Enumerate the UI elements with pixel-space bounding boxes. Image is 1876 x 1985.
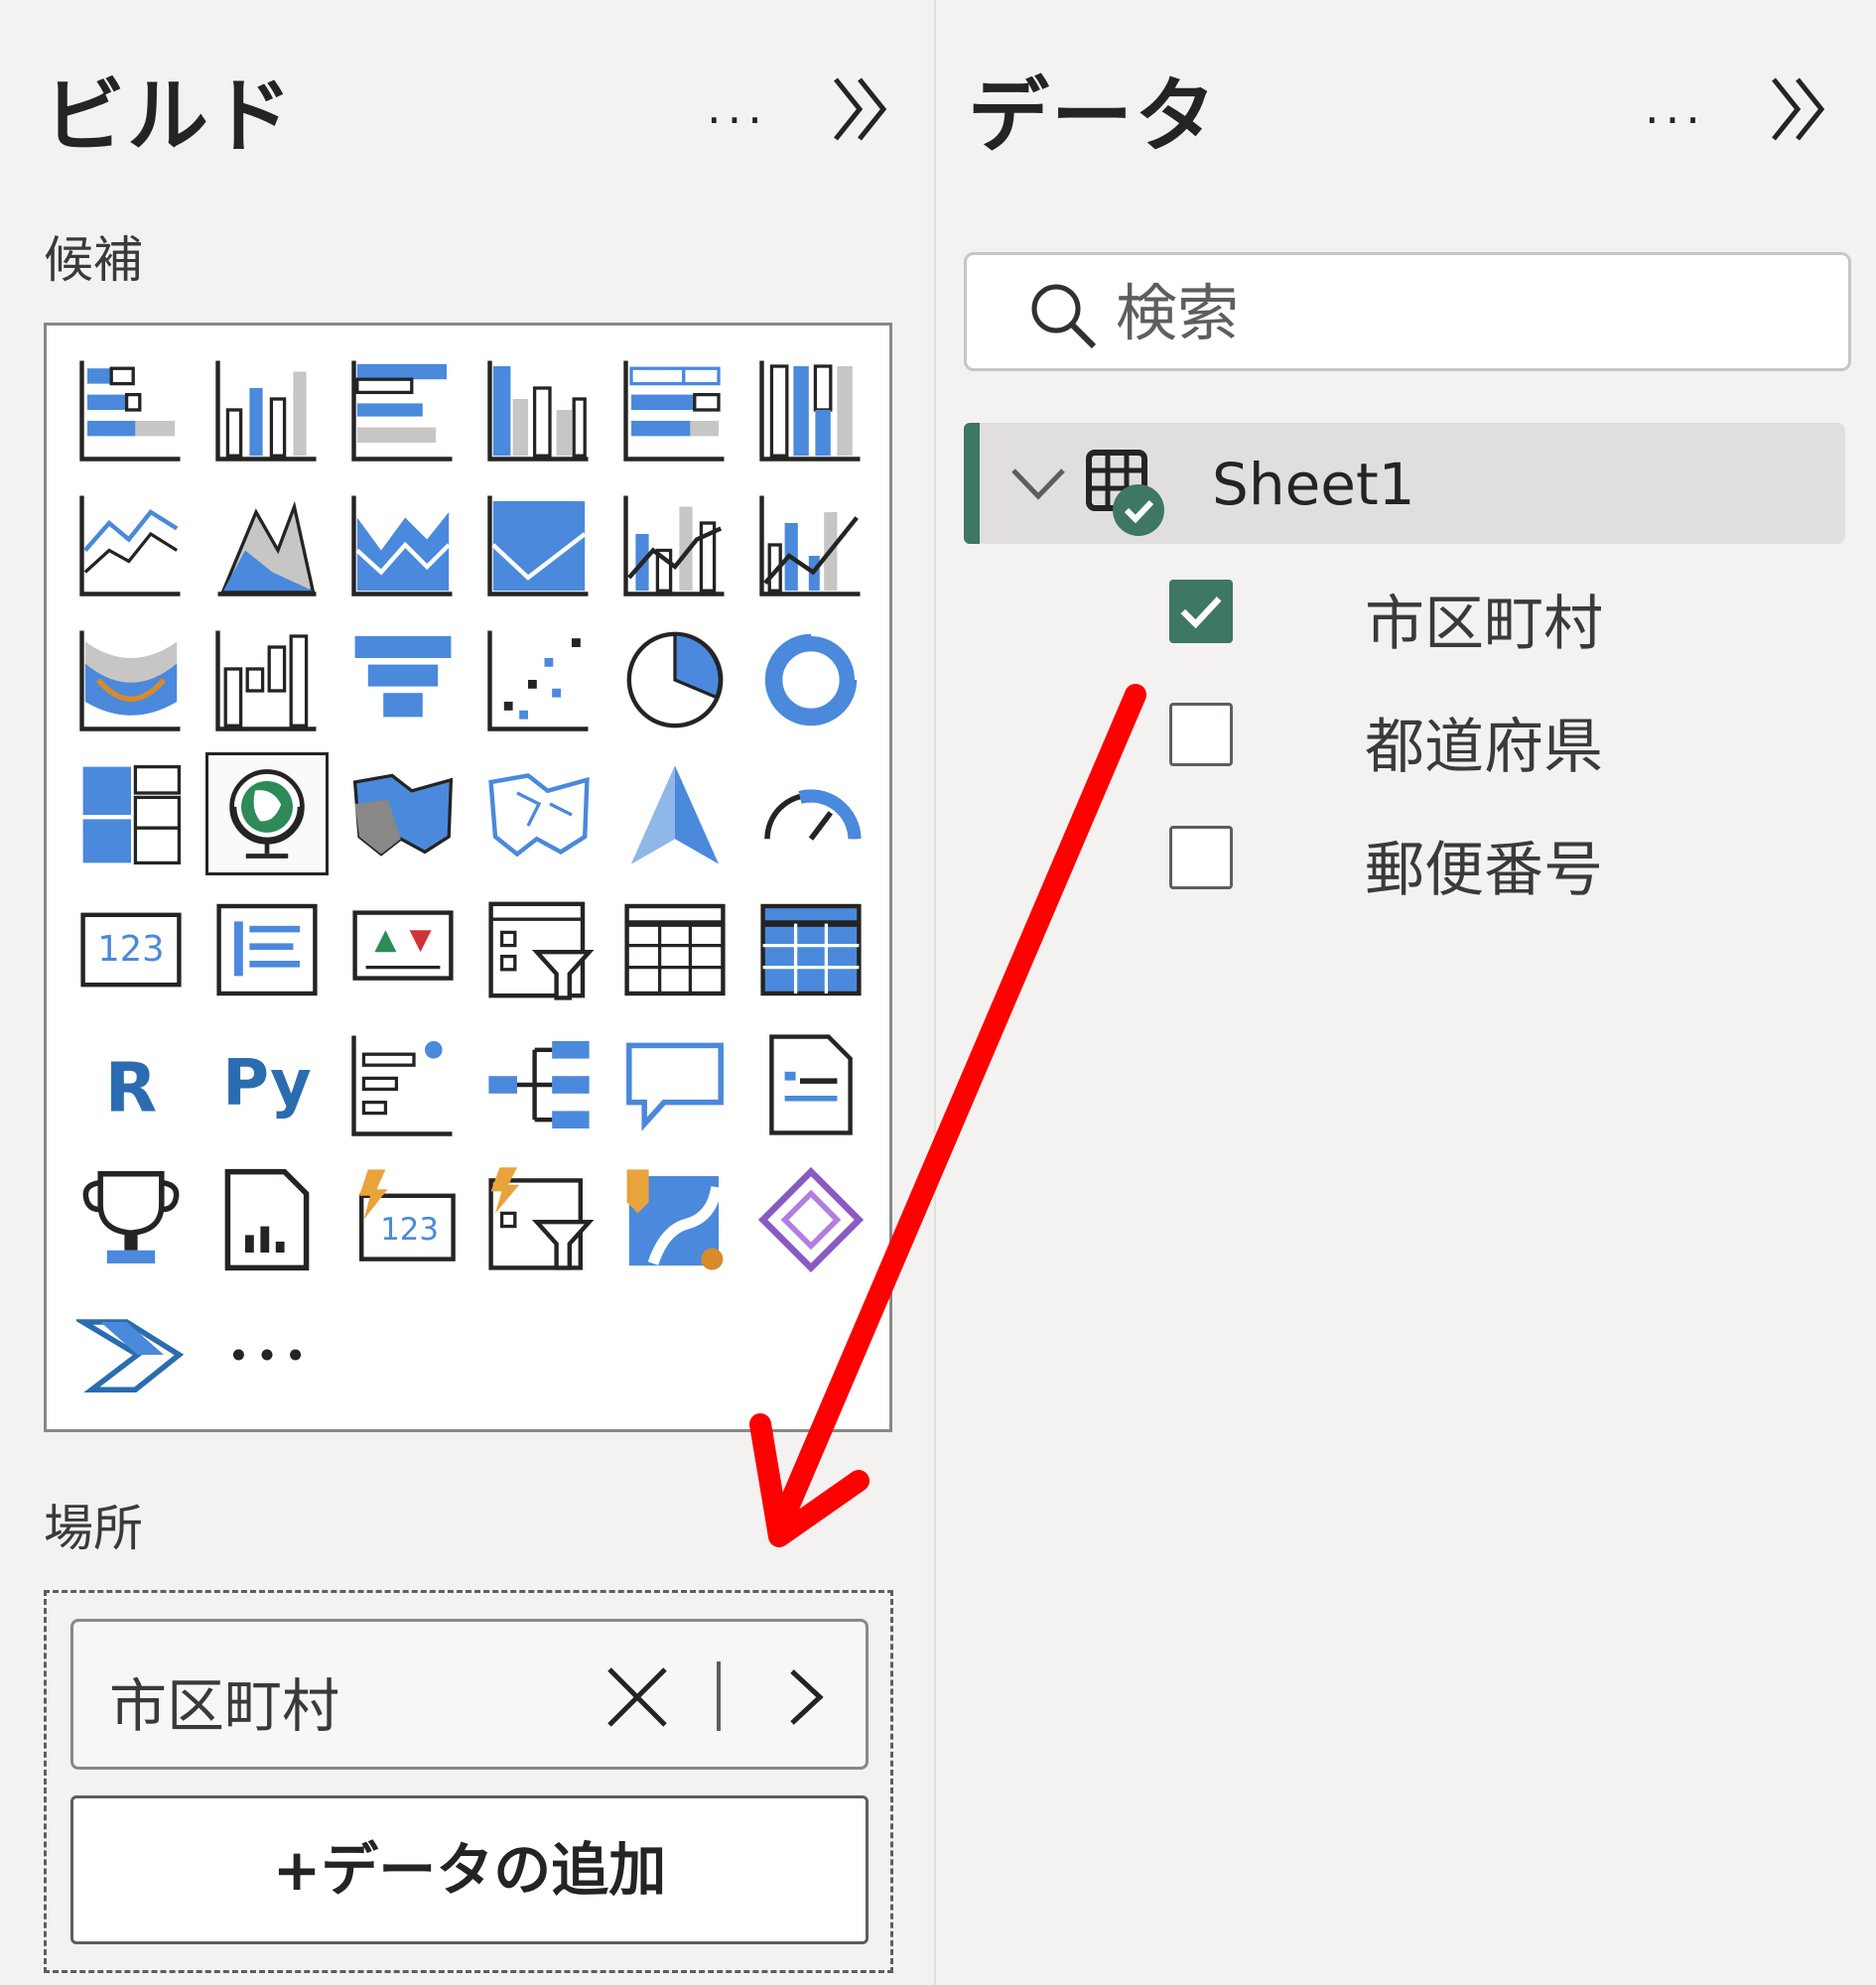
remove-field-icon[interactable] [600, 1659, 675, 1735]
svg-text:R: R [105, 1049, 158, 1127]
search-icon [1024, 277, 1100, 352]
area-chart-icon[interactable] [212, 490, 322, 599]
pie-chart-icon[interactable] [620, 625, 730, 734]
build-more-options-icon[interactable]: ··· [707, 97, 768, 143]
selected-accent-bar [964, 423, 980, 544]
data-more-options-icon[interactable]: ··· [1645, 97, 1706, 143]
power-automate-icon[interactable] [72, 1300, 186, 1409]
location-field-label: 市区町村 [109, 1672, 340, 1740]
qa-icon[interactable] [620, 1030, 730, 1139]
table-icon[interactable] [620, 895, 730, 1004]
donut-chart-icon[interactable] [756, 625, 866, 734]
stacked-bar-chart-icon[interactable] [76, 355, 186, 464]
power-apps-icon[interactable] [756, 1165, 866, 1274]
build-pane: ビルド ··· 候補 123 R Py 123 場所 市区町村 +データの追加 [0, 0, 936, 1985]
field-label: 市区町村 [1365, 590, 1603, 659]
field-checkbox-checked[interactable] [1169, 580, 1233, 643]
visualization-gallery: 123 R Py 123 [44, 323, 892, 1432]
card-icon[interactable]: 123 [76, 895, 186, 1004]
line-and-clustered-column-chart-icon[interactable] [756, 490, 866, 599]
waterfall-chart-icon[interactable] [212, 625, 322, 734]
shape-map-icon[interactable] [484, 760, 594, 869]
map-globe-icon[interactable] [205, 752, 329, 875]
paginated-report-icon[interactable] [212, 1165, 322, 1274]
new-card-icon[interactable]: 123 [348, 1165, 458, 1274]
data-pane-header: データ ··· [968, 40, 1836, 164]
slicer-icon[interactable] [484, 895, 595, 1004]
stacked-column-chart-icon[interactable] [212, 355, 322, 464]
line-and-stacked-column-chart-icon[interactable] [620, 490, 730, 599]
data-pane-title: データ [968, 69, 1219, 164]
line-chart-icon[interactable] [76, 490, 186, 599]
decomposition-tree-icon[interactable] [484, 1030, 594, 1139]
ribbon-chart-icon[interactable] [76, 625, 186, 734]
clustered-bar-chart-icon[interactable] [348, 355, 458, 464]
data-search-box[interactable] [964, 252, 1851, 371]
table-icon [1083, 447, 1182, 546]
pill-divider [717, 1661, 721, 1731]
build-pane-title: ビルド [44, 69, 295, 164]
search-input[interactable] [1116, 271, 1810, 354]
build-pane-header: ビルド ··· [44, 40, 897, 164]
location-section-label: 場所 [44, 1500, 143, 1557]
r-script-visual-icon[interactable]: R [76, 1030, 186, 1139]
arcgis-map-icon[interactable] [620, 1165, 730, 1274]
more-visuals-icon[interactable] [212, 1300, 322, 1409]
100-stacked-bar-chart-icon[interactable] [620, 355, 730, 464]
field-checkbox[interactable] [1169, 703, 1233, 766]
data-pane: データ ··· Sheet1 市区町村 都道府県 郵便番号 [938, 0, 1876, 1985]
treemap-icon[interactable] [76, 760, 186, 869]
gauge-icon[interactable] [756, 760, 866, 869]
new-slicer-icon[interactable] [484, 1165, 595, 1274]
field-item[interactable]: 都道府県 [938, 673, 1876, 792]
expand-field-icon[interactable] [768, 1659, 844, 1735]
stacked-area-chart-icon[interactable] [348, 490, 458, 599]
svg-text:Py: Py [222, 1047, 312, 1121]
field-checkbox[interactable] [1169, 826, 1233, 889]
scatter-chart-icon[interactable] [484, 625, 594, 734]
python-visual-icon[interactable]: Py [212, 1030, 322, 1139]
kpi-icon[interactable] [348, 895, 458, 1004]
matrix-icon[interactable] [756, 895, 866, 1004]
table-node-sheet1[interactable]: Sheet1 [964, 423, 1845, 544]
metrics-icon[interactable] [76, 1165, 186, 1274]
svg-text:123: 123 [380, 1212, 439, 1248]
funnel-chart-icon[interactable] [348, 625, 458, 734]
add-data-button[interactable]: +データの追加 [70, 1795, 869, 1944]
azure-map-icon[interactable] [620, 760, 730, 869]
filled-map-icon[interactable] [348, 760, 458, 869]
location-field-well[interactable]: 市区町村 +データの追加 [44, 1590, 893, 1973]
100-stacked-area-chart-icon[interactable] [484, 490, 594, 599]
100-stacked-column-chart-icon[interactable] [756, 355, 866, 464]
field-label: 郵便番号 [1365, 836, 1603, 905]
clustered-column-chart-icon[interactable] [484, 355, 594, 464]
svg-text:123: 123 [97, 929, 164, 970]
location-field-pill[interactable]: 市区町村 [70, 1619, 869, 1770]
build-collapse-icon[interactable] [828, 69, 897, 149]
field-item[interactable]: 郵便番号 [938, 796, 1876, 915]
smart-narrative-icon[interactable] [756, 1030, 866, 1139]
field-item[interactable]: 市区町村 [938, 550, 1876, 669]
field-label: 都道府県 [1365, 713, 1603, 782]
multi-row-card-icon[interactable] [212, 895, 322, 1004]
key-influencers-icon[interactable] [348, 1030, 458, 1139]
table-name-label: Sheet1 [1212, 451, 1415, 518]
suggested-section-label: 候補 [44, 231, 143, 289]
chevron-down-icon[interactable] [1004, 449, 1073, 518]
data-collapse-icon[interactable] [1766, 69, 1835, 149]
